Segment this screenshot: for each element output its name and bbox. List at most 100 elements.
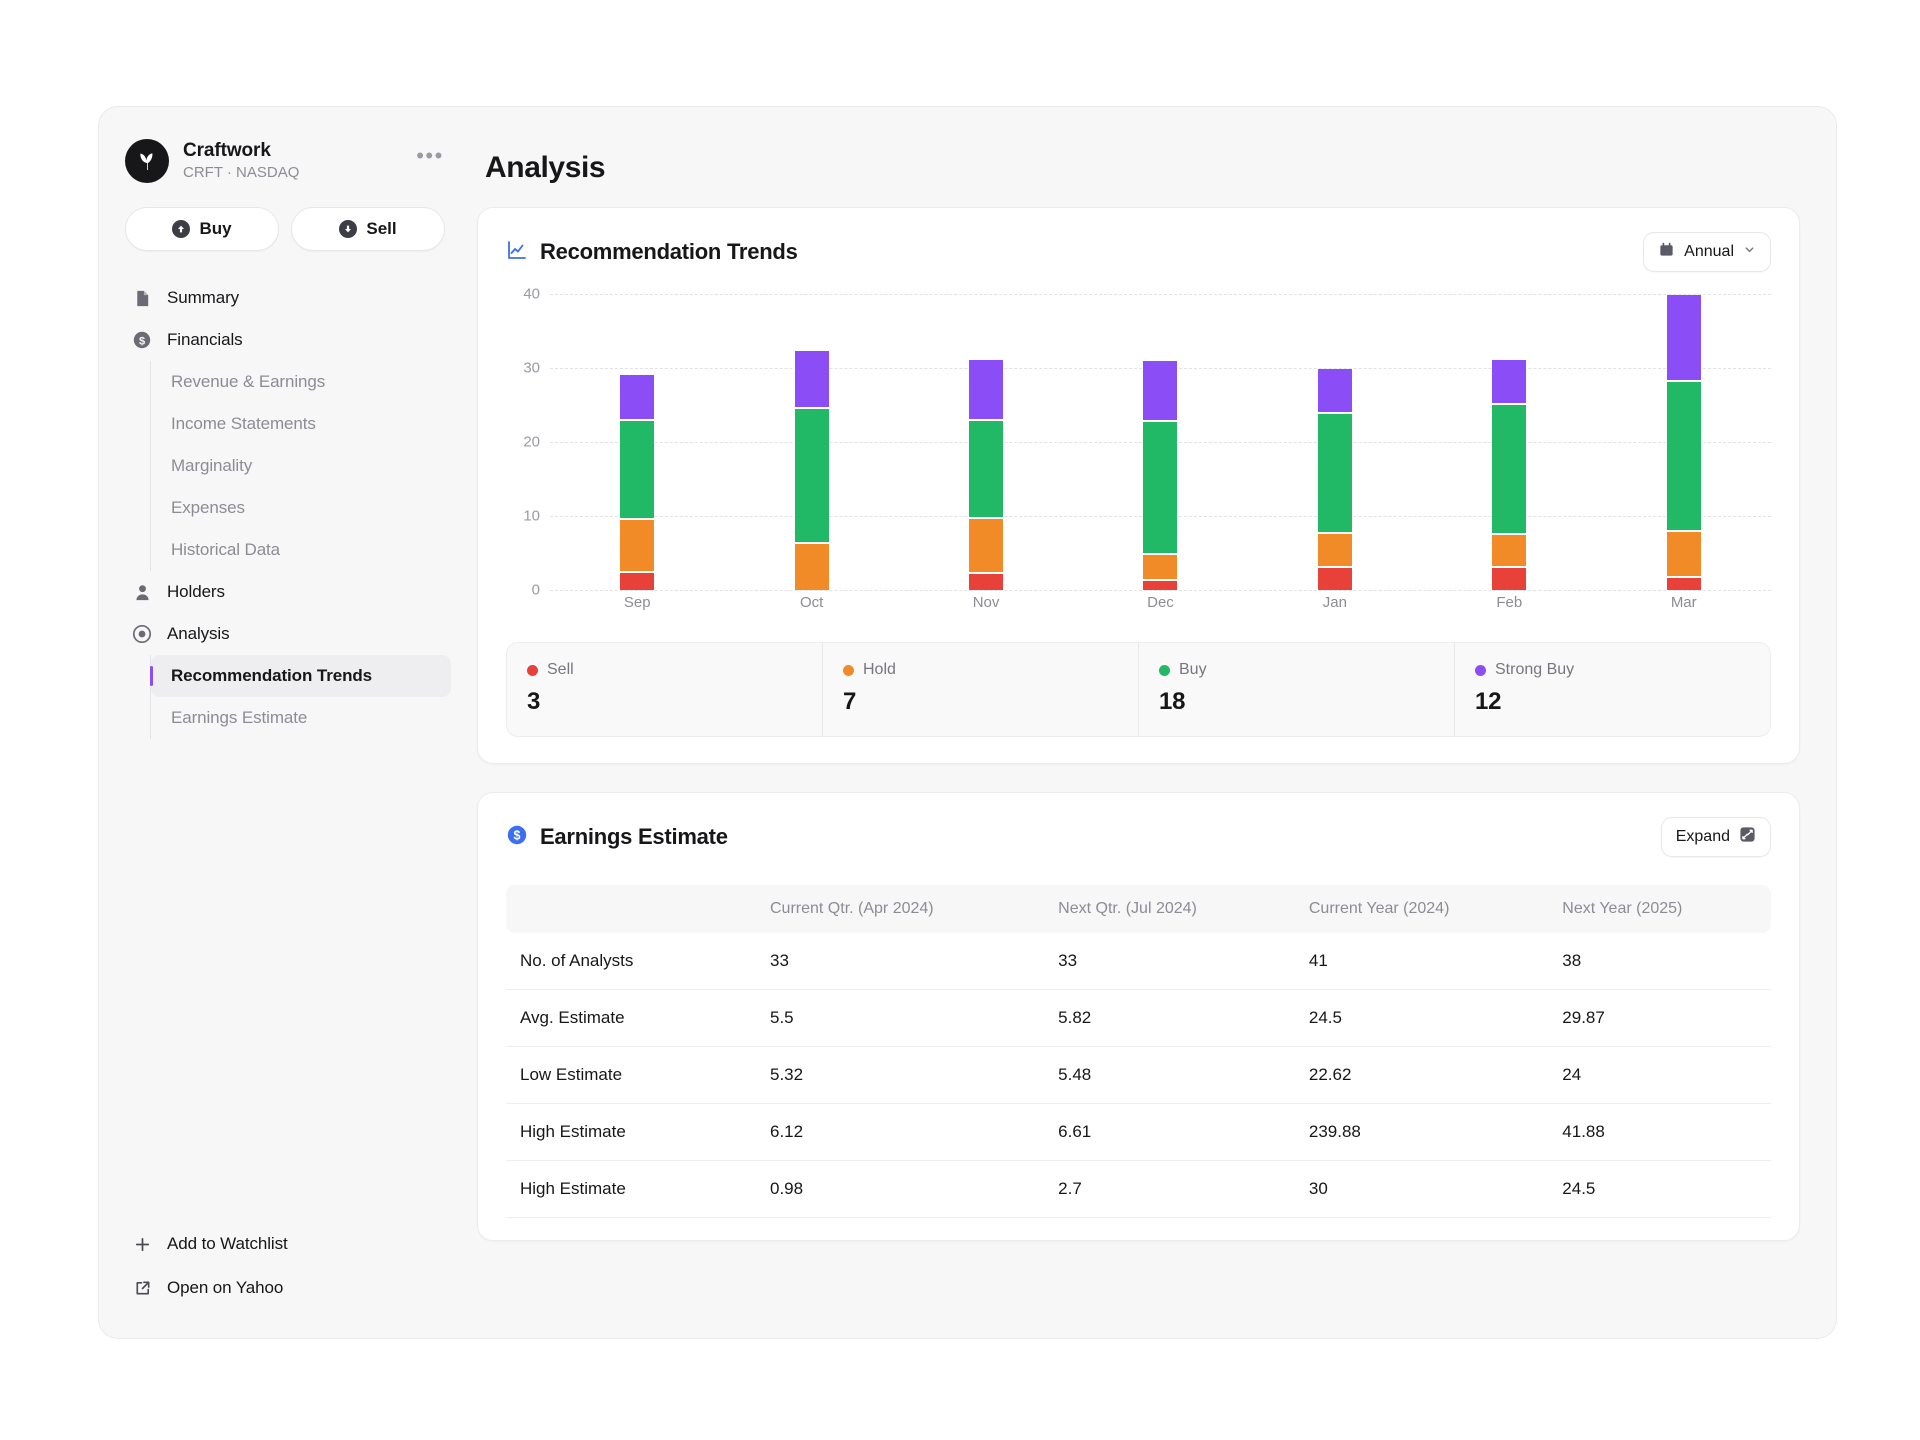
bar-segment-buy [794, 408, 829, 543]
sidebar-item-summary[interactable]: Summary [119, 277, 451, 319]
table-cell: 22.62 [1294, 1046, 1549, 1104]
stat-card-header: Hold [843, 661, 1118, 679]
table-cell: 2.7 [1044, 1160, 1295, 1218]
sidebar-item-holders[interactable]: Holders [119, 571, 451, 613]
legend-color-dot [1475, 664, 1486, 676]
table-cell: 6.12 [756, 1103, 1045, 1161]
arrow-up-circle-icon [172, 220, 191, 238]
bar-segment-hold [794, 544, 829, 590]
stat-card-hold: Hold 7 [823, 643, 1139, 736]
table-cell: 0.98 [756, 1160, 1045, 1218]
sidebar-item-revenue-earnings[interactable]: Revenue & Earnings [151, 361, 451, 403]
add-to-watchlist-button[interactable]: Add to Watchlist [119, 1222, 451, 1266]
sidebar-footer: Add to Watchlist Open on Yahoo [99, 1222, 471, 1338]
gridline [550, 590, 1771, 591]
bar-segment-hold [620, 519, 655, 571]
x-axis-tick-label: Dec [1147, 594, 1174, 611]
bar-segment-buy [1143, 421, 1178, 554]
footer-item-label: Open on Yahoo [167, 1278, 284, 1297]
sidebar-item-analysis[interactable]: Analysis [119, 613, 451, 655]
bar-group[interactable] [899, 294, 1073, 590]
stacked-bar[interactable] [1666, 294, 1701, 590]
sidebar-item-marginality[interactable]: Marginality [151, 445, 451, 487]
stat-card-value: 18 [1159, 688, 1186, 715]
recommendation-trends-chart: Sep Oct Nov Dec Jan Feb Mar 0 10 20 30 40 [506, 286, 1771, 611]
external-link-icon [131, 1277, 153, 1299]
bar-segment-sell [969, 573, 1004, 590]
stat-card-strong-buy: Strong Buy 12 [1455, 643, 1770, 736]
open-on-yahoo-button[interactable]: Open on Yahoo [119, 1266, 451, 1310]
table-column-header: Current Year (2024) [1294, 885, 1549, 933]
sidebar-item-financials[interactable]: $ Financials [119, 319, 451, 361]
table-cell: 41 [1294, 933, 1549, 990]
trade-actions: Buy Sell [99, 187, 471, 251]
chevron-down-icon [1743, 243, 1756, 261]
stacked-bar[interactable] [620, 374, 655, 590]
earnings-estimate-table: Current Qtr. (Apr 2024) Next Qtr. (Jul 20… [506, 885, 1771, 1218]
table-row: High Estimate 6.12 6.61 239.88 41.88 [506, 1103, 1771, 1161]
buy-button[interactable]: Buy [125, 207, 279, 251]
recommendation-trends-card: Recommendation Trends Annual Sep Oct Nov… [477, 207, 1800, 764]
sidebar-item-recommendation-trends[interactable]: Recommendation Trends [149, 655, 451, 697]
stacked-bar[interactable] [794, 350, 829, 590]
bar-segment-buy [1317, 413, 1352, 532]
stacked-bar[interactable] [1317, 368, 1352, 590]
svg-text:$: $ [514, 828, 521, 842]
ellipsis-icon[interactable]: ••• [415, 145, 445, 176]
stat-card-label: Strong Buy [1495, 661, 1575, 678]
y-axis-tick-label: 20 [523, 433, 540, 451]
bar-group[interactable] [724, 294, 898, 590]
sidebar-item-income-statements[interactable]: Income Statements [151, 403, 451, 445]
bar-segment-hold [1317, 534, 1352, 566]
sidebar-item-historical-data[interactable]: Historical Data [151, 529, 451, 571]
arrow-down-circle-icon [339, 220, 358, 238]
dollar-circle-icon: $ [131, 329, 153, 351]
expand-button[interactable]: Expand [1660, 817, 1771, 857]
brand-header: Craftwork CRFT · NASDAQ ••• [99, 135, 471, 187]
bar-segment-hold [1666, 531, 1701, 577]
stat-card-value: 7 [843, 688, 857, 715]
target-icon [131, 623, 153, 645]
sell-button-label: Sell [366, 219, 397, 238]
table-cell: 38 [1548, 933, 1771, 990]
table-row-label: High Estimate [506, 1103, 756, 1161]
bar-group[interactable] [1248, 294, 1422, 590]
x-axis-tick-label: Sep [623, 594, 651, 611]
bar-segment-hold [1143, 555, 1178, 580]
sidebar-item-expenses[interactable]: Expenses [151, 487, 451, 529]
bar-group[interactable] [1073, 294, 1247, 590]
bar-group[interactable] [1422, 294, 1596, 590]
person-icon [131, 581, 153, 603]
app-window: Craftwork CRFT · NASDAQ ••• Buy Sell Sum… [98, 106, 1837, 1339]
stacked-bar[interactable] [1143, 360, 1178, 590]
bar-group[interactable] [550, 294, 724, 590]
dollar-badge-icon: $ [506, 824, 528, 851]
table-header: Current Qtr. (Apr 2024) Next Qtr. (Jul 20… [506, 885, 1771, 933]
table-cell: 29.87 [1548, 989, 1771, 1047]
bar-segment-sell [1492, 567, 1527, 590]
bar-segment-sell [1317, 567, 1352, 590]
x-axis-tick-label: Jan [1322, 594, 1347, 611]
table-cell: 239.88 [1294, 1103, 1549, 1161]
bar-segment-buy [969, 421, 1004, 518]
bar-segment-buy [620, 421, 655, 518]
table-cell: 24.5 [1294, 989, 1549, 1047]
bar-segment-strong-buy [1492, 359, 1527, 404]
table-cell: 5.5 [756, 989, 1045, 1047]
stat-card-label: Hold [863, 661, 896, 678]
sell-button[interactable]: Sell [291, 207, 445, 251]
legend-color-dot [843, 664, 854, 676]
stat-card-label: Buy [1179, 661, 1207, 678]
chart-plot-area [550, 294, 1771, 590]
company-name: Craftwork [183, 139, 271, 161]
sidebar: Craftwork CRFT · NASDAQ ••• Buy Sell Sum… [99, 107, 471, 1338]
analysis-subnav: Recommendation Trends Earnings Estimate [149, 655, 451, 739]
period-dropdown[interactable]: Annual [1643, 232, 1771, 272]
sidebar-subitem-label: Historical Data [171, 540, 281, 559]
stat-card-header: Buy [1159, 661, 1434, 679]
stacked-bar[interactable] [969, 359, 1004, 590]
plus-icon [131, 1233, 153, 1255]
sidebar-item-earnings-estimate[interactable]: Earnings Estimate [151, 697, 451, 739]
stacked-bar[interactable] [1492, 359, 1527, 590]
bar-group[interactable] [1597, 294, 1771, 590]
